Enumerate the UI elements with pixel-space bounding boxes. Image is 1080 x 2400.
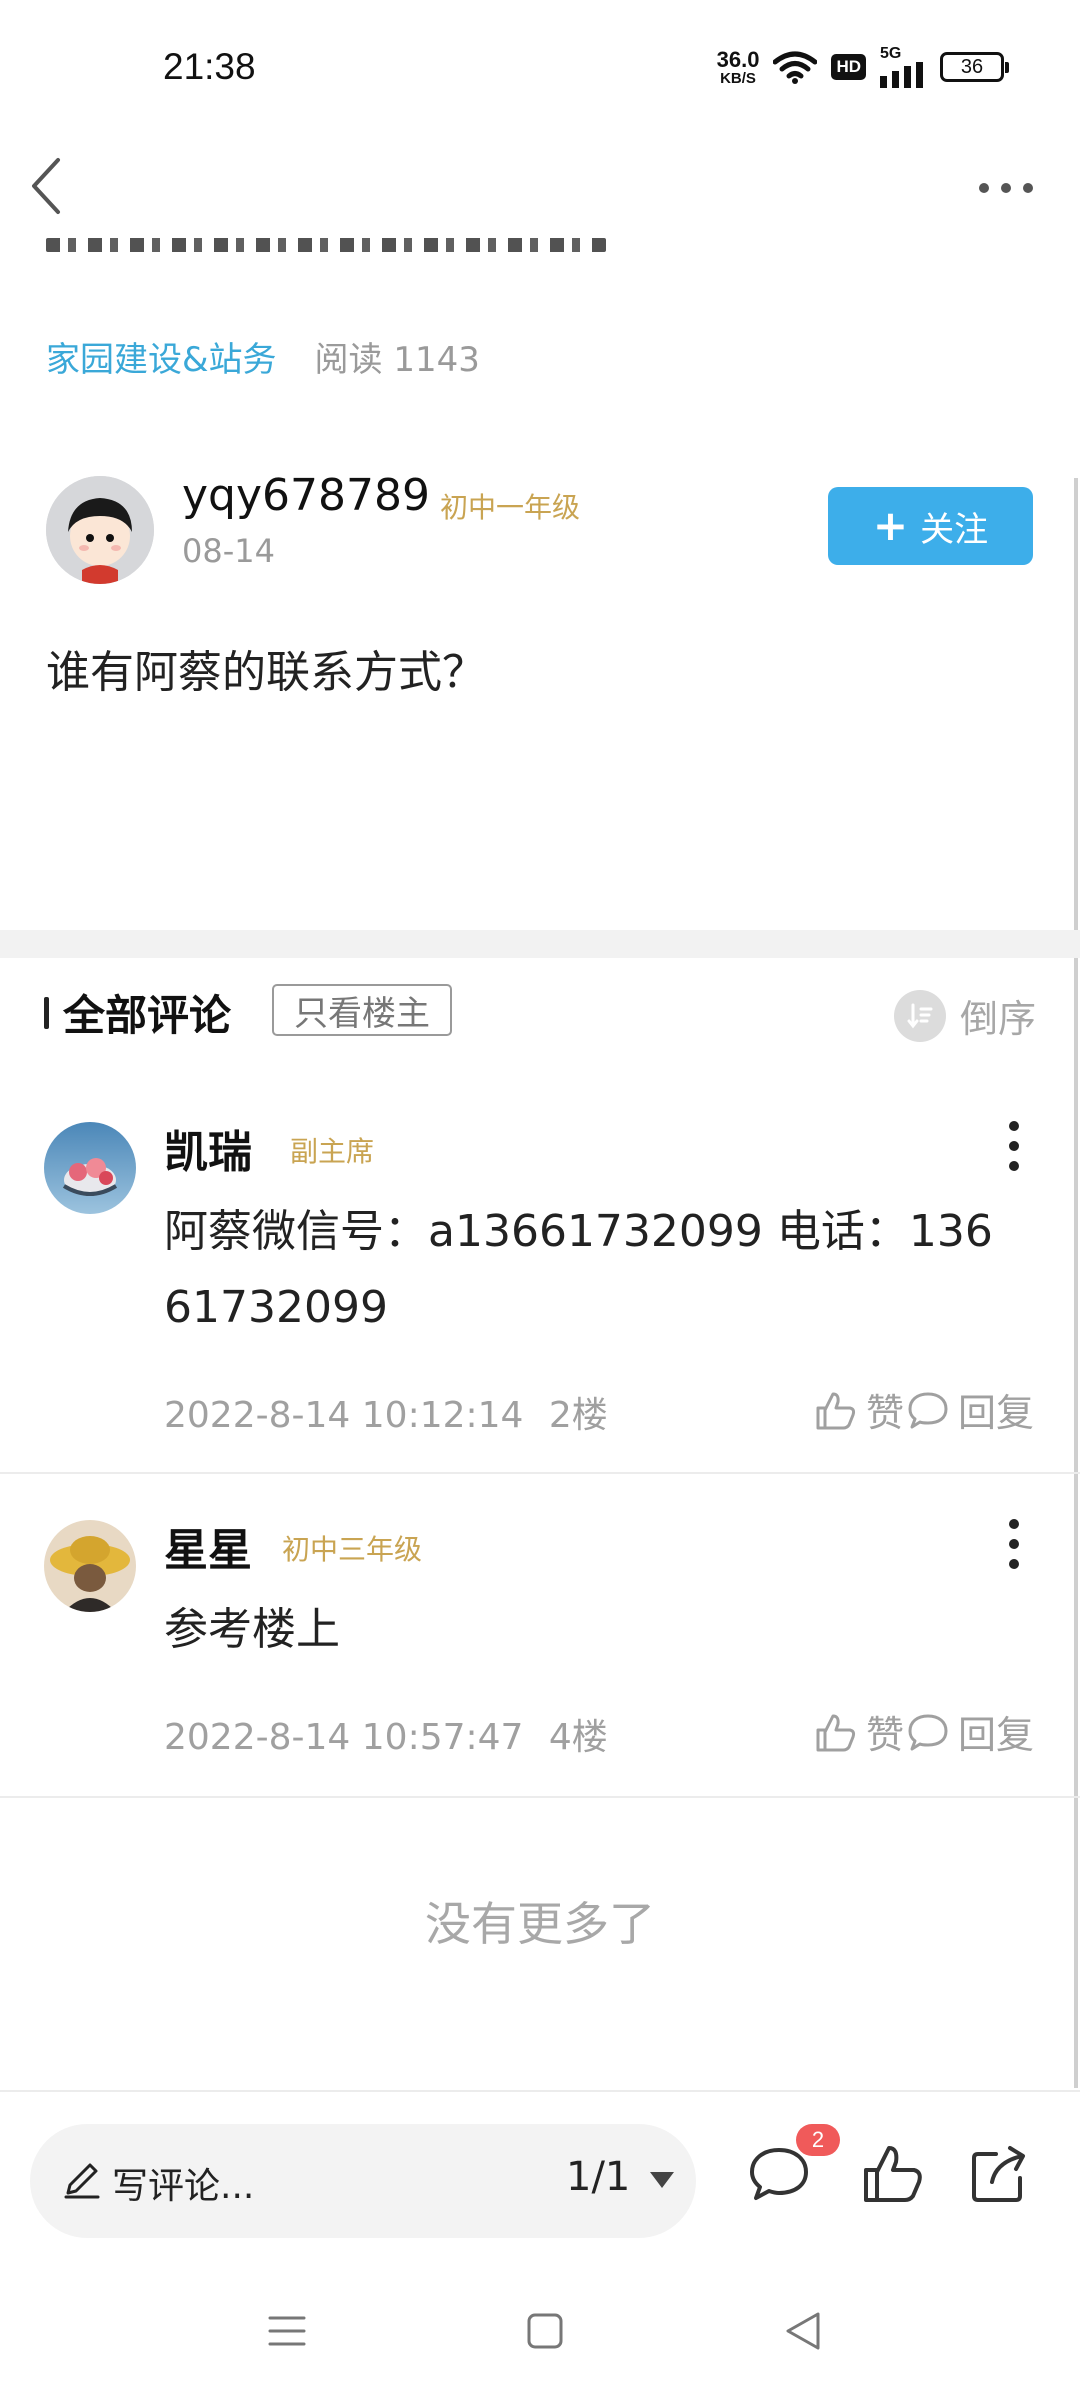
comment-count-badge: 2 (796, 2124, 840, 2156)
status-icons: 36.0 KB/S HD 5G 36 (716, 46, 1009, 88)
sort-button[interactable]: 倒序 (893, 988, 1036, 1043)
more-vertical-icon[interactable] (1004, 1118, 1024, 1174)
network-speed: 36.0 KB/S (716, 46, 760, 87)
network-speed-unit: KB/S (720, 69, 756, 87)
menu-icon[interactable] (262, 2306, 312, 2356)
sort-label: 倒序 (959, 997, 1036, 1041)
scrollbar[interactable] (1074, 478, 1078, 2088)
home-icon[interactable] (520, 2306, 570, 2356)
like-button[interactable]: 赞 (814, 1704, 904, 1759)
row-divider (0, 1472, 1080, 1474)
comment-text-line: 阿蔡微信号：a13661732099 电话：136 (164, 1206, 993, 1257)
commenter-name[interactable]: 星星 (164, 1514, 252, 1578)
no-more-text: 没有更多了 (425, 1897, 655, 1951)
comment-text-line: 61732099 (164, 1282, 388, 1333)
commenter-avatar[interactable] (44, 1520, 136, 1612)
sort-icon (893, 989, 946, 1042)
bottom-divider (0, 2090, 1080, 2092)
comment-text: 阿蔡微信号：a13661732099 电话：136 61732099 (164, 1194, 1024, 1346)
status-bar: 21:38 36.0 KB/S HD 5G 36 (0, 0, 1080, 140)
section-marker (44, 996, 49, 1029)
comment-meta: 2022-8-14 10:12:14 2楼 (164, 1386, 608, 1438)
comment-meta: 2022-8-14 10:57:47 4楼 (164, 1708, 608, 1760)
like-button[interactable]: 赞 (814, 1382, 904, 1437)
more-vertical-icon[interactable] (1004, 1516, 1024, 1572)
commenter-name[interactable]: 凯瑞 (164, 1116, 252, 1180)
signal-bars-icon (880, 62, 923, 88)
comment-floor: 2楼 (548, 1395, 608, 1436)
follow-button[interactable]: + 关注 (828, 487, 1033, 565)
row-divider (0, 1796, 1080, 1798)
more-horizontal-icon[interactable] (976, 178, 1036, 198)
plus-icon: + (872, 501, 909, 550)
author-grade-badge: 初中一年级 (440, 491, 581, 524)
post-body: 谁有阿蔡的联系方式？ (46, 647, 486, 698)
network-speed-value: 36.0 (716, 46, 760, 72)
commenter-avatar[interactable] (44, 1122, 136, 1214)
back-triangle-icon[interactable] (778, 2306, 828, 2356)
comments-title: 全部评论 (63, 991, 232, 1040)
author-name[interactable]: yqy678789 (182, 470, 430, 521)
commenter-role-badge: 初中三年级 (282, 1533, 423, 1566)
commenter-role-badge: 副主席 (290, 1135, 375, 1168)
reply-label: 回复 (957, 1713, 1034, 1757)
hd-badge: HD (831, 54, 866, 80)
chat-bubble-icon (908, 1392, 948, 1428)
comment-input[interactable]: 写评论... 1/1 (30, 2124, 696, 2238)
status-time: 21:38 (163, 46, 256, 87)
comment-input-placeholder: 写评论... (112, 2166, 255, 2207)
thumbs-up-icon[interactable] (860, 2142, 926, 2208)
wifi-icon (773, 51, 818, 84)
like-label: 赞 (865, 1391, 904, 1435)
comment-text: 参考楼上 (164, 1604, 340, 1655)
comment-timestamp: 2022-8-14 10:12:14 (164, 1395, 524, 1436)
comment-timestamp: 2022-8-14 10:57:47 (164, 1717, 524, 1758)
network-type: 5G (880, 45, 902, 62)
read-count: 阅读 1143 (314, 340, 480, 380)
cellular-signal: 5G (880, 46, 926, 88)
section-divider (0, 930, 1080, 958)
post-date: 08-14 (182, 532, 275, 570)
comment-floor: 4楼 (548, 1717, 608, 1758)
topic-link[interactable]: 家园建设&站务 (46, 332, 277, 381)
follow-label: 关注 (920, 509, 989, 550)
author-avatar[interactable] (46, 476, 154, 584)
reply-button[interactable]: 回复 (906, 1704, 1034, 1759)
comments-header: 全部评论 (44, 982, 231, 1043)
pen-icon (64, 2163, 100, 2199)
battery-icon: 36 (940, 52, 1009, 82)
page-indicator[interactable]: 1/1 (566, 2154, 630, 2200)
only-op-button[interactable]: 只看楼主 (272, 984, 452, 1036)
thumbs-up-icon (816, 1392, 856, 1429)
post-title-clipped (46, 238, 606, 262)
chat-bubble-icon (908, 1714, 948, 1750)
reply-label: 回复 (957, 1391, 1034, 1435)
chevron-left-icon[interactable] (26, 156, 66, 216)
like-label: 赞 (865, 1713, 904, 1757)
caret-down-icon[interactable] (650, 2172, 674, 2188)
thumbs-up-icon (816, 1714, 856, 1751)
post-meta: 家园建设&站务 阅读 1143 (46, 332, 480, 381)
reply-button[interactable]: 回复 (906, 1382, 1034, 1437)
share-icon[interactable] (966, 2142, 1032, 2208)
battery-level: 36 (960, 55, 984, 78)
